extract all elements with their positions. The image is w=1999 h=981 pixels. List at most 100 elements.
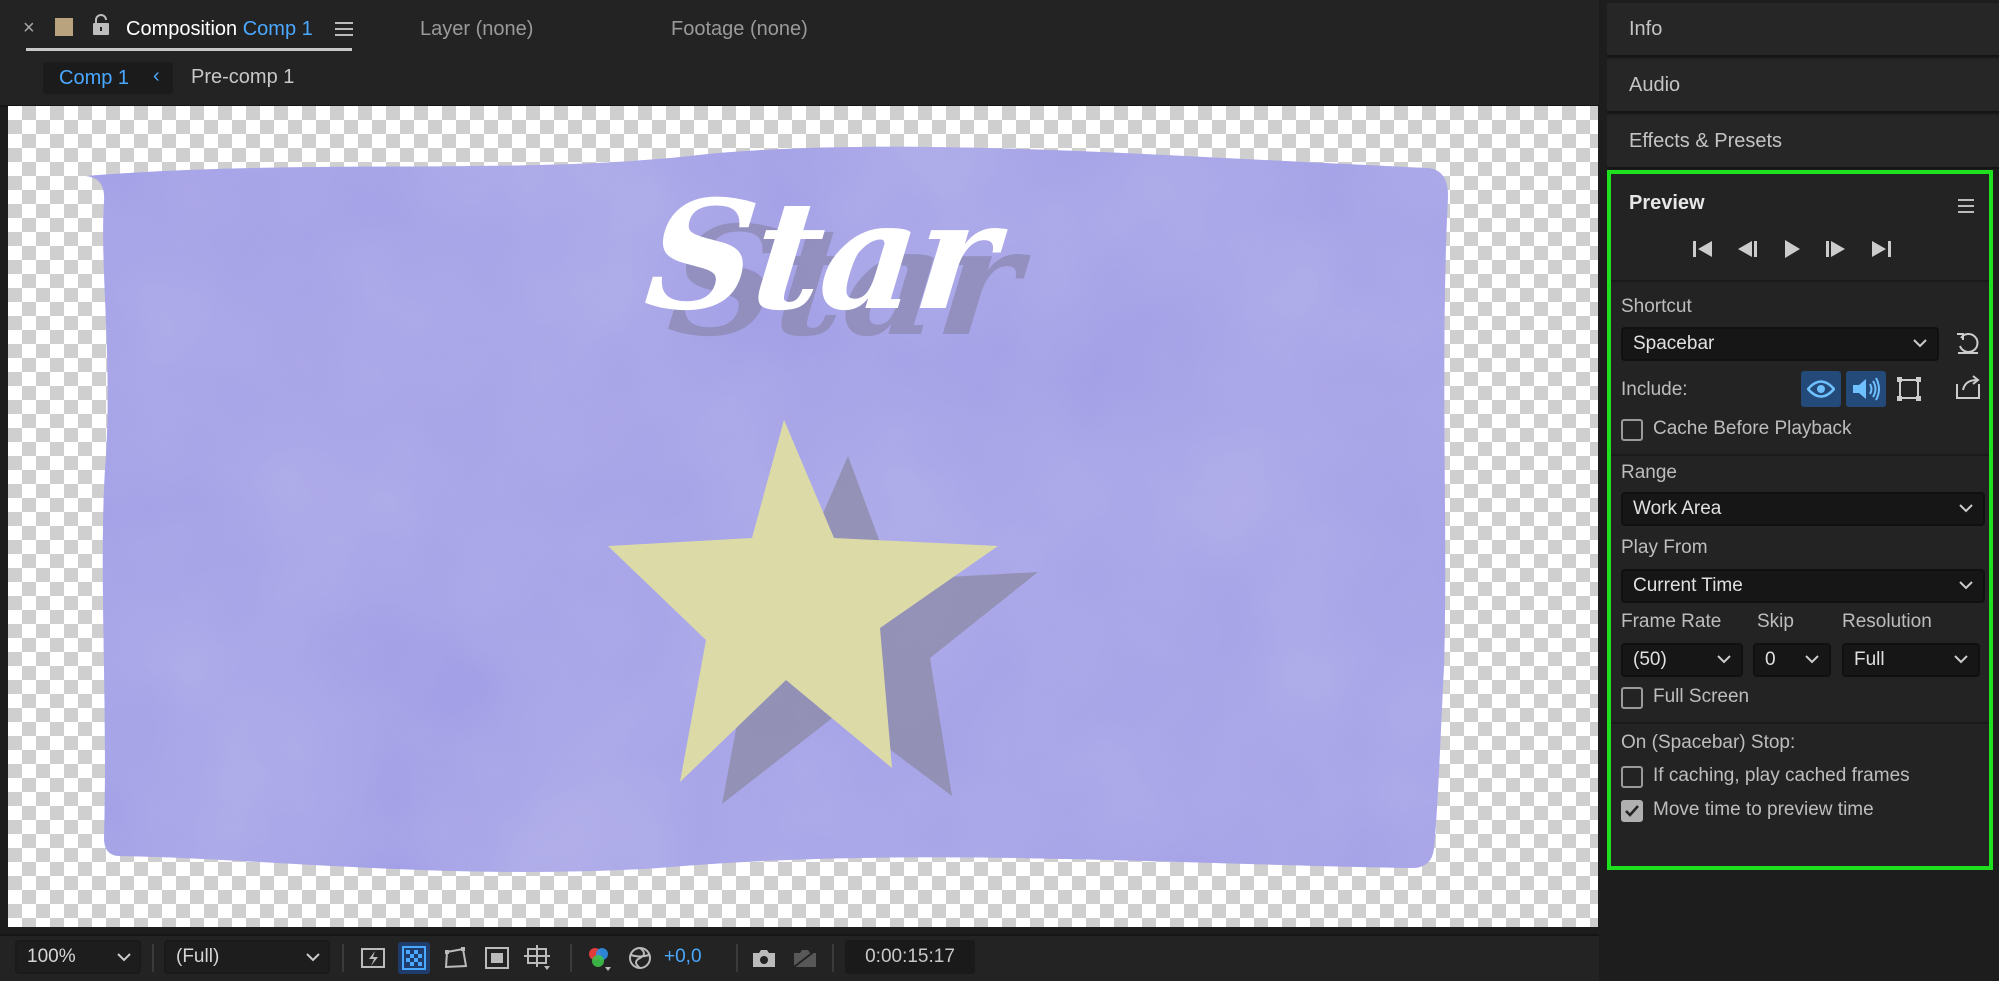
next-frame-button[interactable] xyxy=(1821,234,1851,264)
exposure-value[interactable]: +0,0 xyxy=(664,940,702,974)
preview-panel: Preview Shortcut Spacebar Include: Cache… xyxy=(1607,170,1993,870)
last-frame-button[interactable] xyxy=(1866,234,1896,264)
play-button[interactable] xyxy=(1777,234,1807,264)
composition-tab[interactable]: Composition Comp 1 xyxy=(126,18,313,41)
if-caching-checkbox[interactable] xyxy=(1621,766,1643,788)
active-tab-underline xyxy=(26,48,352,51)
separator xyxy=(342,944,344,972)
tab-menu-icon[interactable] xyxy=(335,20,353,43)
eye-icon xyxy=(1807,380,1835,398)
resolution-preview-dropdown[interactable]: Full xyxy=(1842,643,1980,677)
full-screen-label: Full Screen xyxy=(1653,686,1750,707)
frame-rate-dropdown[interactable]: (50) xyxy=(1621,643,1743,677)
tab-footage[interactable]: Footage (none) xyxy=(671,18,808,41)
separator xyxy=(152,944,154,972)
on-stop-label: On (Spacebar) Stop: xyxy=(1621,732,1796,753)
reset-shortcut-icon[interactable] xyxy=(1955,330,1981,362)
preview-title: Preview xyxy=(1629,192,1705,214)
range-label: Range xyxy=(1621,462,1677,483)
resolution-label: Resolution xyxy=(1842,611,1932,632)
composition-tab-prefix: Composition xyxy=(126,18,238,40)
if-caching-label: If caching, play cached frames xyxy=(1653,765,1910,786)
cache-before-playback-label: Cache Before Playback xyxy=(1653,418,1852,439)
speaker-icon xyxy=(1853,377,1880,401)
skip-end-icon xyxy=(1872,241,1891,257)
export-icon[interactable] xyxy=(1955,374,1983,406)
show-snapshot-icon[interactable] xyxy=(789,942,821,974)
grid-guides-icon[interactable] xyxy=(522,942,554,974)
separator xyxy=(736,944,738,972)
chevron-down-icon xyxy=(1959,504,1973,513)
skip-value: 0 xyxy=(1765,649,1776,670)
full-screen-checkbox[interactable] xyxy=(1621,687,1643,709)
fast-previews-icon[interactable] xyxy=(358,942,390,974)
range-value: Work Area xyxy=(1633,498,1722,519)
composition-viewer[interactable]: Star Star xyxy=(8,106,1598,927)
previous-frame-button[interactable] xyxy=(1732,234,1762,264)
cache-before-playback-checkbox[interactable] xyxy=(1621,419,1643,441)
panel-info[interactable]: Info xyxy=(1607,3,1999,57)
step-forward-icon xyxy=(1826,241,1845,257)
play-from-value: Current Time xyxy=(1633,575,1743,596)
chevron-down-icon xyxy=(1954,655,1968,664)
region-of-interest-icon[interactable] xyxy=(481,942,513,974)
divider xyxy=(1611,454,1989,456)
chevron-down-icon xyxy=(117,953,131,962)
first-frame-button[interactable] xyxy=(1688,234,1718,264)
resolution-dropdown[interactable]: (Full) xyxy=(164,940,330,974)
shortcut-label: Shortcut xyxy=(1621,296,1692,317)
reset-exposure-icon[interactable] xyxy=(624,942,656,974)
separator xyxy=(570,944,572,972)
resolution-preview-value: Full xyxy=(1854,649,1885,670)
move-time-checkbox[interactable] xyxy=(1621,800,1643,822)
separator xyxy=(832,944,834,972)
range-dropdown[interactable]: Work Area xyxy=(1621,492,1985,526)
composition-tab-name: Comp 1 xyxy=(242,18,313,40)
mask-path-icon[interactable] xyxy=(440,942,472,974)
subtab-comp1[interactable]: Comp 1 ‹ xyxy=(43,62,173,94)
shortcut-dropdown[interactable]: Spacebar xyxy=(1621,327,1939,361)
comp-navigator-bar: Comp 1 ‹ Pre-comp 1 xyxy=(0,60,1599,107)
comp-color-swatch xyxy=(55,18,73,36)
frame-rate-label: Frame Rate xyxy=(1621,611,1722,632)
lock-icon[interactable] xyxy=(92,14,110,42)
panel-audio-label: Audio xyxy=(1629,74,1681,96)
panel-menu-icon[interactable] xyxy=(1958,196,1974,219)
zoom-dropdown[interactable]: 100% xyxy=(15,940,141,974)
move-time-label: Move time to preview time xyxy=(1653,799,1874,820)
skip-dropdown[interactable]: 0 xyxy=(1753,643,1831,677)
chevron-left-icon: ‹ xyxy=(153,65,160,87)
skip-start-icon xyxy=(1693,241,1712,257)
play-from-label: Play From xyxy=(1621,537,1708,558)
divider xyxy=(1611,280,1989,282)
include-overlays-toggle[interactable] xyxy=(1893,373,1925,405)
close-tab-icon[interactable]: × xyxy=(23,17,35,40)
include-audio-toggle[interactable] xyxy=(1846,371,1886,407)
step-back-icon xyxy=(1738,241,1757,257)
current-time-display[interactable]: 0:00:15:17 xyxy=(845,940,975,974)
tab-layer[interactable]: Layer (none) xyxy=(420,18,533,41)
panel-effects-label: Effects & Presets xyxy=(1629,130,1783,152)
shortcut-value: Spacebar xyxy=(1633,333,1715,354)
panel-audio[interactable]: Audio xyxy=(1607,59,1999,113)
resolution-value: (Full) xyxy=(176,946,220,967)
chevron-down-icon xyxy=(306,953,320,962)
panel-info-label: Info xyxy=(1629,18,1663,40)
subtab-comp1-label: Comp 1 xyxy=(59,67,130,89)
chevron-down-icon xyxy=(1913,339,1927,348)
overlay-bounds-icon xyxy=(1897,377,1921,401)
skip-label: Skip xyxy=(1757,611,1794,632)
include-video-toggle[interactable] xyxy=(1801,371,1841,407)
include-label: Include: xyxy=(1621,379,1688,400)
checkmark-icon xyxy=(1625,805,1639,817)
zoom-value: 100% xyxy=(27,946,76,967)
subtab-precomp1[interactable]: Pre-comp 1 xyxy=(191,66,294,89)
transparency-grid-icon[interactable] xyxy=(398,942,430,974)
snapshot-camera-icon[interactable] xyxy=(748,942,780,974)
panel-effects-presets[interactable]: Effects & Presets xyxy=(1607,115,1999,169)
chevron-down-icon xyxy=(1717,655,1731,664)
play-from-dropdown[interactable]: Current Time xyxy=(1621,569,1985,603)
chevron-down-icon xyxy=(1805,655,1819,664)
chevron-down-icon xyxy=(1959,581,1973,590)
channel-rgb-icon[interactable] xyxy=(583,942,615,974)
